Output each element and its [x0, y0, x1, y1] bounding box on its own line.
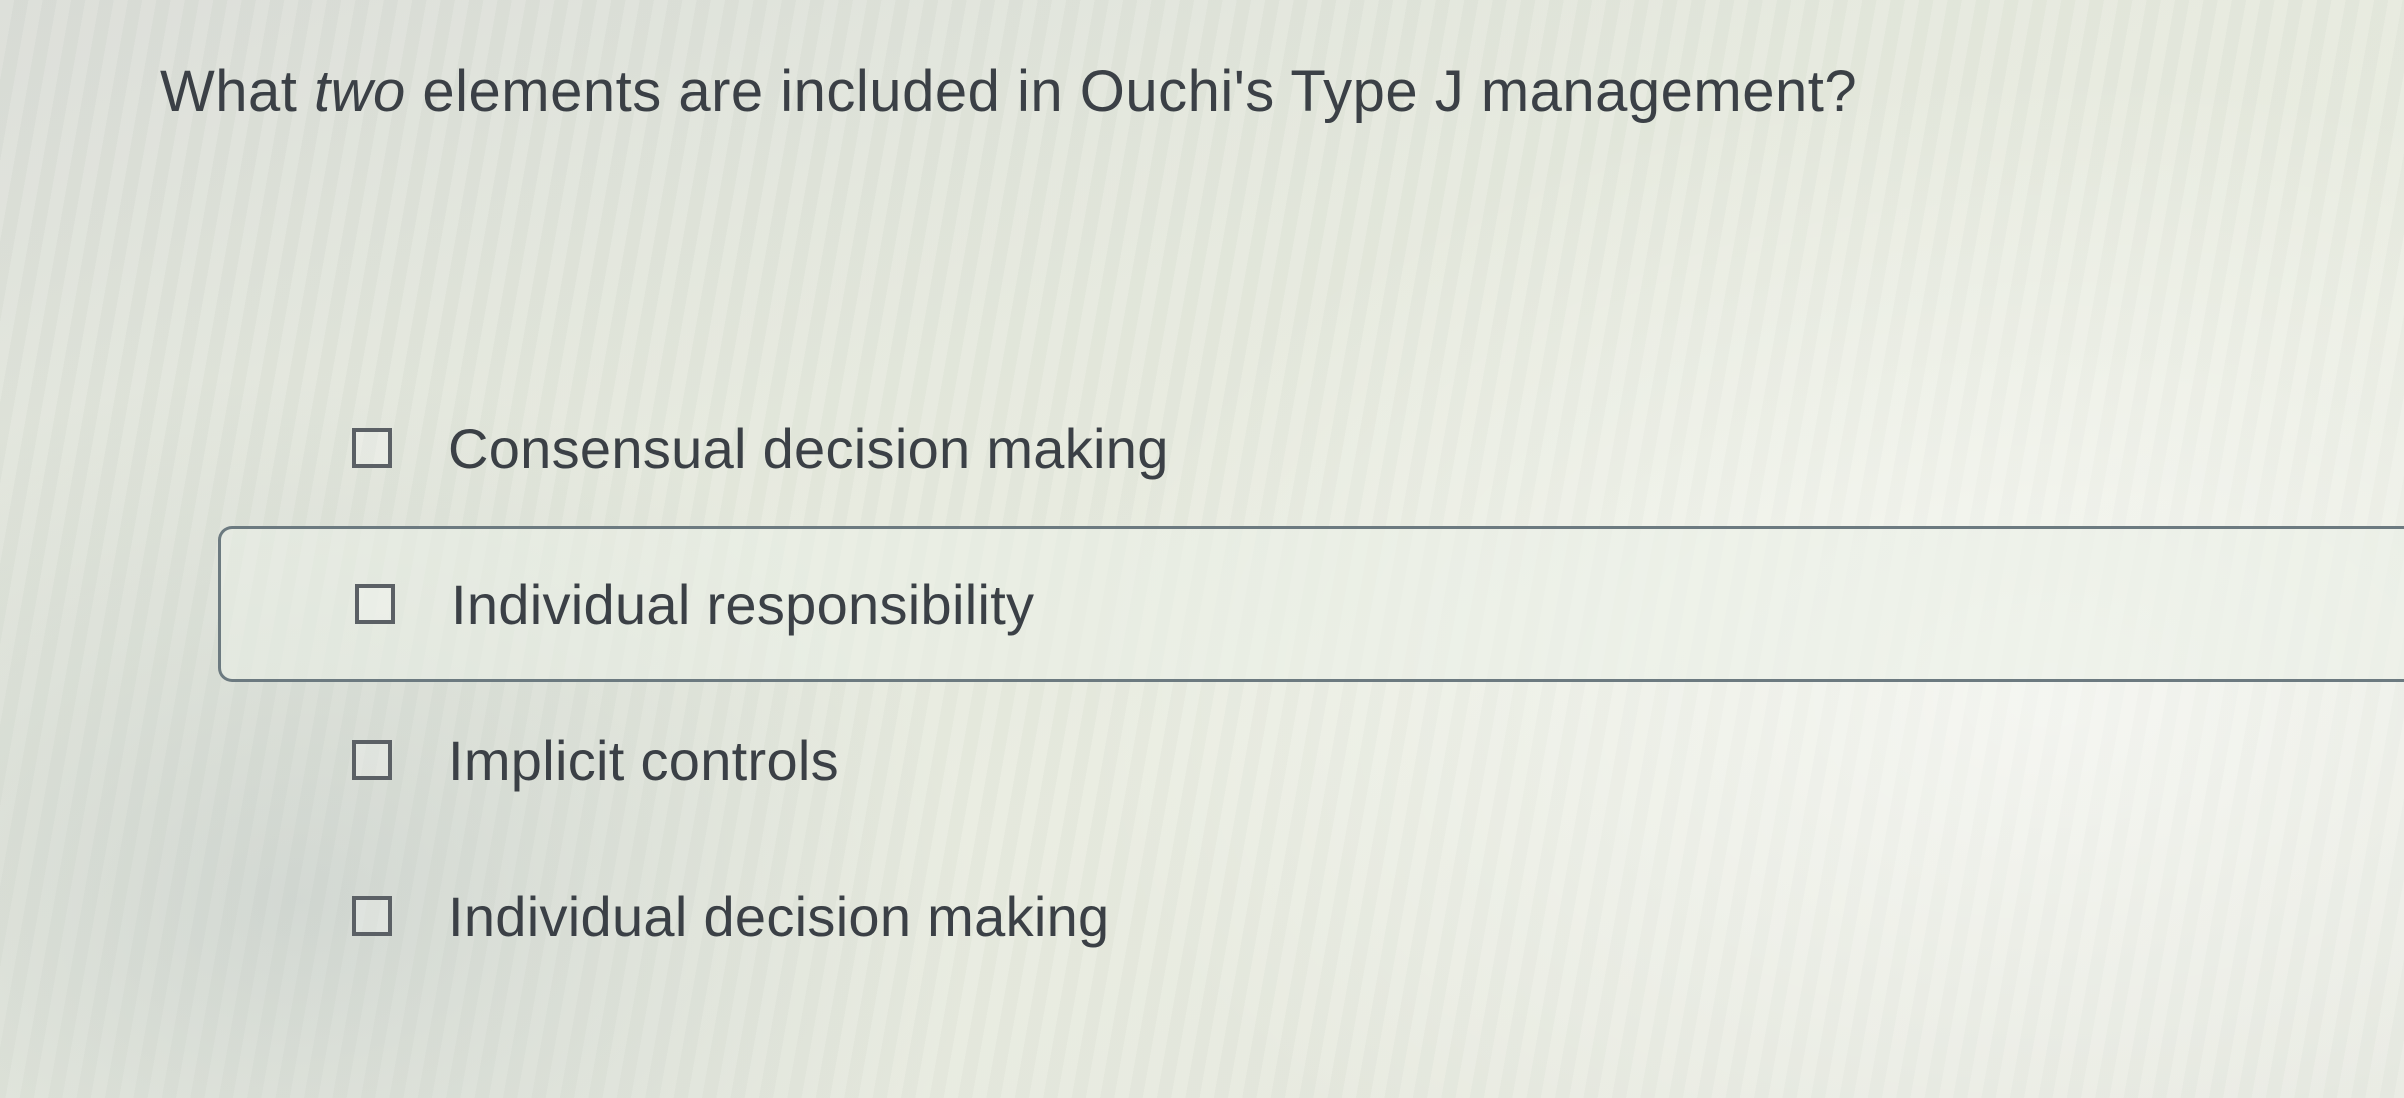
answer-options: Consensual decision making Individual re… — [0, 370, 2404, 994]
option-label: Individual responsibility — [451, 572, 1035, 636]
checkbox-icon[interactable] — [352, 428, 392, 468]
question-text: What two elements are included in Ouchi'… — [160, 58, 1857, 125]
checkbox-icon[interactable] — [352, 896, 392, 936]
option-label: Individual decision making — [448, 884, 1110, 948]
quiz-page: What two elements are included in Ouchi'… — [0, 0, 2404, 1098]
option-implicit-controls[interactable]: Implicit controls — [0, 682, 2404, 838]
option-label: Implicit controls — [448, 728, 839, 792]
question-prefix: What — [160, 59, 314, 124]
option-consensual-decision-making[interactable]: Consensual decision making — [0, 370, 2404, 526]
option-individual-responsibility[interactable]: Individual responsibility — [218, 526, 2404, 682]
question-emphasis: two — [314, 59, 406, 124]
checkbox-icon[interactable] — [352, 740, 392, 780]
option-individual-decision-making[interactable]: Individual decision making — [0, 838, 2404, 994]
option-label: Consensual decision making — [448, 416, 1169, 480]
checkbox-icon[interactable] — [355, 584, 395, 624]
question-suffix: elements are included in Ouchi's Type J … — [405, 59, 1858, 124]
